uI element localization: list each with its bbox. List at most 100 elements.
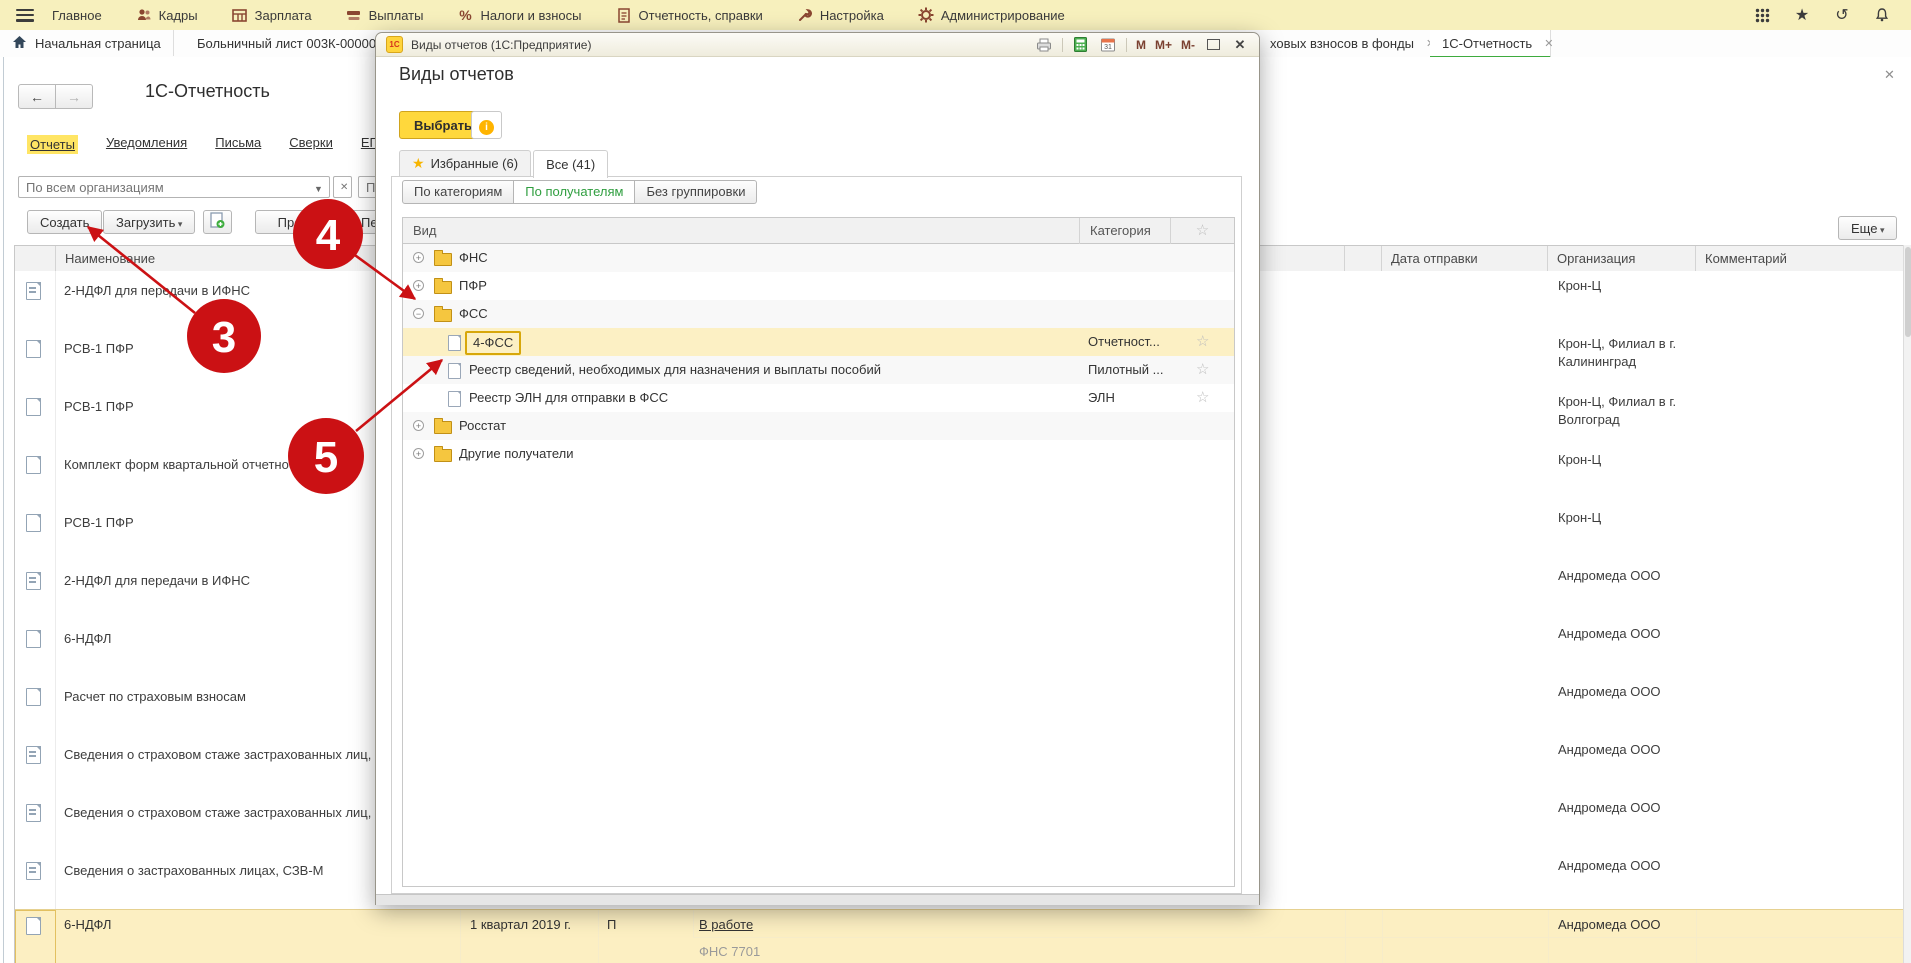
tab-favorites[interactable]: ★ Избранные (6) — [399, 150, 531, 176]
gear-icon — [918, 7, 934, 23]
tab-1c-reporting[interactable]: 1С-Отчетность✕ — [1430, 30, 1551, 59]
dialog-title-bar[interactable]: 1С Виды отчетов (1С:Предприятие) 31 M M+… — [376, 33, 1259, 57]
menu-item-nastroyka[interactable]: Настройка — [797, 7, 884, 23]
menu-item-zarplata[interactable]: Зарплата — [232, 7, 312, 23]
organization-cell: Крон-Ц, Филиал в г. Волгоград — [1558, 393, 1690, 429]
favorite-star-icon[interactable]: ☆ — [1196, 328, 1209, 356]
tree-node-fns[interactable]: + ФНС — [403, 244, 1234, 272]
menu-item-vyplaty[interactable]: Выплаты — [346, 7, 424, 23]
tree-node-other-recipients[interactable]: + Другие получатели — [403, 440, 1234, 468]
create-button[interactable]: Создать — [27, 210, 102, 234]
check-button[interactable]: Пров — [255, 210, 331, 234]
calendar-icon[interactable]: 31 — [1099, 37, 1117, 53]
header-category[interactable]: Категория — [1080, 218, 1171, 244]
close-icon[interactable]: ✕ — [1231, 37, 1249, 53]
calculator-icon[interactable] — [1072, 37, 1090, 53]
info-icon: i — [479, 120, 494, 135]
header-icon-column[interactable] — [15, 246, 56, 271]
organization-cell: Крон-Ц — [1558, 509, 1690, 527]
report-kinds-dialog: 1С Виды отчетов (1С:Предприятие) 31 M M+… — [375, 32, 1260, 905]
report-doc-icon — [448, 335, 461, 351]
tab-insurance-contributions[interactable]: ховых взносов в фонды✕ — [1258, 30, 1431, 56]
add-document-button[interactable] — [203, 210, 232, 234]
organization-cell: Крон-Ц — [1558, 277, 1690, 295]
document-icon — [26, 630, 41, 648]
menu-item-kadry[interactable]: Кадры — [136, 7, 198, 23]
notifications-bell-icon[interactable] — [1873, 6, 1891, 24]
print-icon[interactable] — [1035, 37, 1053, 53]
organization-filter-input[interactable] — [18, 176, 330, 198]
dialog-heading: Виды отчетов — [399, 64, 514, 85]
more-button[interactable]: Еще — [1838, 216, 1897, 240]
document-icon — [26, 862, 41, 880]
expand-icon[interactable]: + — [413, 280, 424, 291]
expand-icon[interactable]: + — [413, 448, 424, 459]
tree-node-pfr[interactable]: + ПФР — [403, 272, 1234, 300]
info-button[interactable]: i — [471, 111, 502, 139]
organization-cell: Крон-Ц, Филиал в г. Калининград — [1558, 335, 1690, 371]
tree-node-rosstat[interactable]: + Росстат — [403, 412, 1234, 440]
header-kind[interactable]: Вид — [403, 218, 1080, 244]
percent-icon: % — [457, 7, 473, 23]
group-by-categories-button[interactable]: По категориям — [402, 180, 514, 204]
font-increase-icon[interactable]: M+ — [1155, 37, 1172, 53]
apps-grid-icon[interactable] — [1753, 6, 1771, 24]
scrollbar-thumb[interactable] — [1905, 247, 1911, 337]
favorites-star-icon[interactable]: ★ — [1793, 6, 1811, 24]
report-doc-icon — [448, 363, 461, 379]
header-organization[interactable]: Организация — [1548, 246, 1696, 271]
window-edge-divider — [3, 57, 4, 963]
expand-icon[interactable]: + — [413, 420, 424, 431]
authority-label: ФНС 7701 — [699, 944, 760, 959]
menu-item-main[interactable]: Главное — [52, 8, 102, 23]
document-icon — [26, 398, 41, 416]
hamburger-menu-icon[interactable] — [16, 9, 34, 22]
collapse-icon[interactable]: − — [413, 308, 424, 319]
header-sent-date[interactable]: Дата отправки — [1382, 246, 1548, 271]
tree-node-4fss-selected[interactable]: 4-ФСС Отчетност... ☆ — [403, 328, 1234, 356]
back-button[interactable]: ← — [18, 84, 56, 109]
menu-item-nalogi[interactable]: % Налоги и взносы — [457, 7, 581, 23]
tab-reports[interactable]: Отчеты — [27, 135, 78, 154]
star-icon: ★ — [412, 151, 425, 176]
document-icon — [26, 282, 41, 300]
font-decrease-icon[interactable]: M- — [1181, 37, 1195, 53]
expand-icon[interactable]: + — [413, 252, 424, 263]
category-cell: Отчетност... — [1088, 328, 1160, 356]
load-button[interactable]: Загрузить — [103, 210, 195, 234]
category-cell: ЭЛН — [1088, 384, 1115, 412]
tab-reconciliations[interactable]: Сверки — [289, 135, 333, 154]
document-icon — [26, 804, 41, 822]
maximize-icon[interactable] — [1204, 37, 1222, 53]
wrench-icon — [797, 7, 813, 23]
menu-item-administrirovanie[interactable]: Администрирование — [918, 7, 1065, 23]
category-cell: Пилотный ... — [1088, 356, 1163, 384]
tab-letters[interactable]: Письма — [215, 135, 261, 154]
organization-cell: Андромеда ООО — [1558, 917, 1661, 932]
page-close-icon[interactable]: ✕ — [1884, 67, 1895, 83]
tree-node-registry-eln[interactable]: Реестр ЭЛН для отправки в ФСС ЭЛН ☆ — [403, 384, 1234, 412]
history-icon[interactable]: ↺ — [1833, 6, 1851, 24]
status-link[interactable]: В работе — [699, 917, 753, 932]
folder-icon — [434, 421, 452, 434]
font-normal-icon[interactable]: M — [1136, 37, 1146, 53]
tree-node-fss[interactable]: − ФСС — [403, 300, 1234, 328]
header-favorite-star[interactable]: ☆ — [1171, 218, 1234, 244]
tree-node-registry-benefits[interactable]: Реестр сведений, необходимых для назначе… — [403, 356, 1234, 384]
vertical-scrollbar[interactable] — [1903, 245, 1911, 963]
favorite-star-icon[interactable]: ☆ — [1196, 384, 1209, 412]
tab-home[interactable]: Начальная страница — [0, 30, 174, 56]
selected-table-row[interactable]: 6-НДФЛ 1 квартал 2019 г. П В работе ФНС … — [15, 909, 1904, 963]
favorite-star-icon[interactable]: ☆ — [1196, 356, 1209, 384]
tab-all[interactable]: Все (41) — [533, 150, 608, 178]
tree-header: Вид Категория ☆ — [403, 218, 1234, 244]
menu-item-otchetnost[interactable]: Отчетность, справки — [616, 7, 763, 23]
tab-close-icon[interactable]: ✕ — [1544, 37, 1553, 50]
header-extra[interactable] — [1345, 246, 1382, 271]
clear-filter-button[interactable]: ✕ — [333, 176, 352, 198]
header-comment[interactable]: Комментарий — [1696, 246, 1904, 271]
forward-button[interactable]: → — [56, 84, 93, 109]
tab-notifications[interactable]: Уведомления — [106, 135, 187, 154]
group-by-recipients-button[interactable]: По получателям — [514, 180, 635, 204]
no-grouping-button[interactable]: Без группировки — [635, 180, 757, 204]
